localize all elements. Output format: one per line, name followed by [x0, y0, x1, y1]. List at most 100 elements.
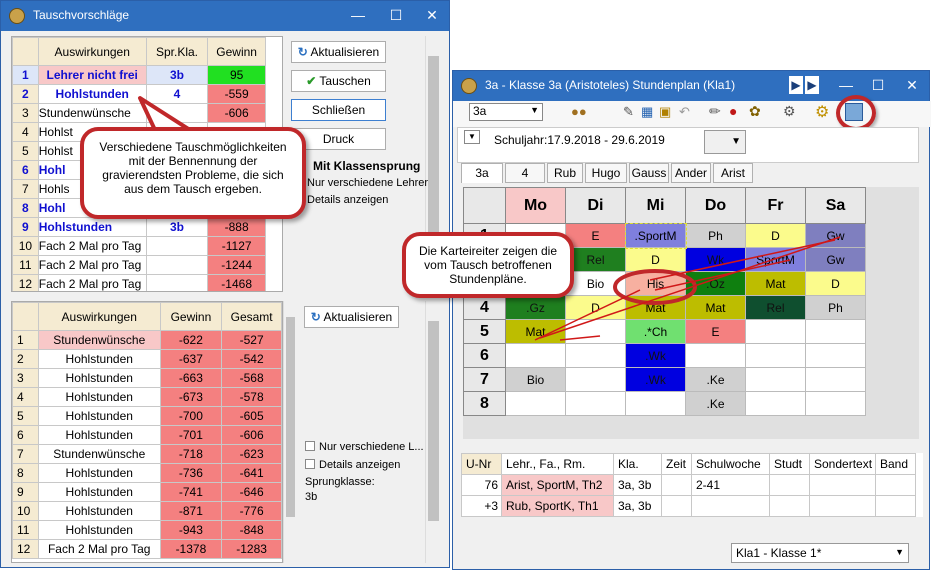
nav-next-icon[interactable]: ▶	[789, 76, 803, 94]
table-row[interactable]: 6 Hohlstunden -701 -606	[12, 425, 282, 445]
tab-4[interactable]: 4	[505, 163, 545, 183]
nav-last-icon[interactable]: ▶	[805, 76, 819, 94]
col-gewinn-bottom[interactable]: Gewinn	[159, 302, 223, 331]
lesson-cell[interactable]: Wk	[685, 247, 746, 272]
collapse-toggle[interactable]: ▼	[464, 130, 480, 144]
table-row[interactable]: 10 Fach 2 Mal pro Tag -1127	[12, 236, 266, 256]
lesson-col-header[interactable]: Zeit	[661, 453, 692, 475]
aktualisieren-bottom-button[interactable]: ↻ Aktualisieren	[304, 306, 399, 328]
day-header-di[interactable]: Di	[565, 187, 626, 224]
table-row[interactable]: 1 Stundenwünsche -622 -527	[12, 330, 282, 350]
close-button[interactable]: ✕	[897, 74, 927, 96]
period-header[interactable]: 8	[463, 391, 506, 416]
lesson-cell[interactable]	[805, 319, 866, 344]
col-gewinn[interactable]: Gewinn	[207, 37, 266, 66]
lesson-cell[interactable]	[805, 391, 866, 416]
lock-icon[interactable]: ▣	[659, 104, 671, 120]
lesson-cell[interactable]: .Wk	[625, 367, 686, 392]
lesson-cell[interactable]: Rel	[565, 247, 626, 272]
table-row[interactable]: 11 Hohlstunden -943 -848	[12, 520, 282, 540]
lesson-cell[interactable]: Mat	[505, 319, 566, 344]
lesson-cell[interactable]: D	[625, 247, 686, 272]
pin-icon[interactable]: ●	[729, 103, 737, 119]
lesson-cell[interactable]: Gw	[805, 247, 866, 272]
lesson-cell[interactable]: Mat	[685, 295, 746, 320]
schliessen-button[interactable]: Schließen	[291, 99, 386, 121]
minimize-button[interactable]: —	[831, 74, 861, 96]
lesson-cell[interactable]: E	[565, 223, 626, 248]
bottom-scrollbar-v[interactable]	[283, 301, 297, 563]
settings-icon[interactable]: ⚙	[783, 103, 796, 120]
table-row[interactable]: 1 Lehrer nicht frei 3b 95	[12, 65, 266, 85]
lesson-cell[interactable]	[505, 391, 566, 416]
table-row[interactable]: 3 Hohlstunden -663 -568	[12, 368, 282, 388]
edit-icon[interactable]: ✎	[623, 104, 634, 120]
lesson-cell[interactable]: .Gz	[505, 295, 566, 320]
lesson-cell[interactable]: Gw	[805, 223, 866, 248]
lesson-cell[interactable]: Mat	[745, 271, 806, 296]
day-header-fr[interactable]: Fr	[745, 187, 806, 224]
tab-ander[interactable]: Ander	[671, 163, 711, 183]
lesson-cell[interactable]	[565, 319, 626, 344]
tab-3a[interactable]: 3a	[461, 163, 503, 183]
minimize-button[interactable]: —	[343, 4, 373, 26]
tab-hugo[interactable]: Hugo	[585, 163, 627, 183]
lesson-cell[interactable]: Bio	[505, 367, 566, 392]
lesson-cell[interactable]: Rel	[745, 295, 806, 320]
lesson-cell[interactable]: His	[625, 271, 686, 296]
lesson-cell[interactable]	[685, 343, 746, 368]
undo-icon[interactable]: ↶	[679, 104, 690, 120]
view-select[interactable]: ▼	[704, 130, 746, 154]
tab-gauss[interactable]: Gauss	[629, 163, 669, 183]
period-header[interactable]: 6	[463, 343, 506, 368]
lesson-cell[interactable]	[745, 319, 806, 344]
lesson-cell[interactable]	[805, 343, 866, 368]
tools-icon[interactable]: ✿	[749, 103, 761, 120]
lesson-col-header[interactable]: Sondertext	[809, 453, 876, 475]
lesson-cell[interactable]	[745, 367, 806, 392]
lesson-cell[interactable]: Ph	[685, 223, 746, 248]
table-row[interactable]: 12 Fach 2 Mal pro Tag -1378 -1283	[12, 539, 282, 559]
table-row[interactable]: 9 Hohlstunden -741 -646	[12, 482, 282, 502]
lesson-cell[interactable]: Bio	[565, 271, 626, 296]
lesson-cell[interactable]	[745, 343, 806, 368]
table-row[interactable]: 11 Fach 2 Mal pro Tag -1244	[12, 255, 266, 275]
day-header-sa[interactable]: Sa	[805, 187, 866, 224]
lesson-cell[interactable]	[505, 343, 566, 368]
lesson-cell[interactable]: D	[565, 295, 626, 320]
lesson-cell[interactable]: D	[805, 271, 866, 296]
period-header[interactable]: 5	[463, 319, 506, 344]
lesson-cell[interactable]: E	[685, 319, 746, 344]
col-auswirkungen[interactable]: Auswirkungen	[37, 37, 147, 66]
lesson-cell[interactable]	[565, 367, 626, 392]
lesson-cell[interactable]: Mat	[625, 295, 686, 320]
gear-icon[interactable]: ⚙	[815, 102, 829, 122]
col-sprkla[interactable]: Spr.Kla.	[145, 37, 209, 66]
lesson-col-header[interactable]: Studt	[769, 453, 810, 475]
period-header[interactable]: 4	[463, 295, 506, 320]
table-row[interactable]: 8 Hohlstunden -736 -641	[12, 463, 282, 483]
lesson-col-header[interactable]: Band	[875, 453, 916, 475]
day-header-do[interactable]: Do	[685, 187, 746, 224]
lesson-cell[interactable]: .Ke	[685, 367, 746, 392]
footer-select[interactable]: Kla1 - Klasse 1* ▼	[731, 543, 909, 563]
tauschen-button[interactable]: ✔ Tauschen	[291, 70, 386, 92]
palette-icon[interactable]: ✏	[709, 103, 721, 120]
tab-arist[interactable]: Arist	[713, 163, 753, 183]
table-row[interactable]: 4 Hohlstunden -673 -578	[12, 387, 282, 407]
klassensprung-option[interactable]: Mit Klassensprung	[313, 159, 420, 173]
details-option-top[interactable]: Details anzeigen	[307, 194, 388, 206]
lesson-cell[interactable]: .Oz	[685, 271, 746, 296]
table-row[interactable]: 10 Hohlstunden -871 -776	[12, 501, 282, 521]
lesson-col-header[interactable]: Kla.	[613, 453, 662, 475]
table-row[interactable]: 76 Arist, SportM, Th2 3a, 3b 2-41	[461, 474, 916, 496]
lesson-cell[interactable]	[565, 391, 626, 416]
maximize-button[interactable]: ☐	[863, 74, 893, 96]
lesson-cell[interactable]: .SportM	[624, 222, 687, 249]
lesson-col-header[interactable]: Lehr., Fa., Rm.	[501, 453, 614, 475]
lesson-cell[interactable]	[745, 391, 806, 416]
period-header[interactable]: 7	[463, 367, 506, 392]
verschiedene-lehrer-option[interactable]: Nur verschiedene Lehrer	[307, 177, 428, 189]
class-select[interactable]: 3a ▼	[469, 103, 543, 121]
lesson-cell[interactable]: Ph	[805, 295, 866, 320]
